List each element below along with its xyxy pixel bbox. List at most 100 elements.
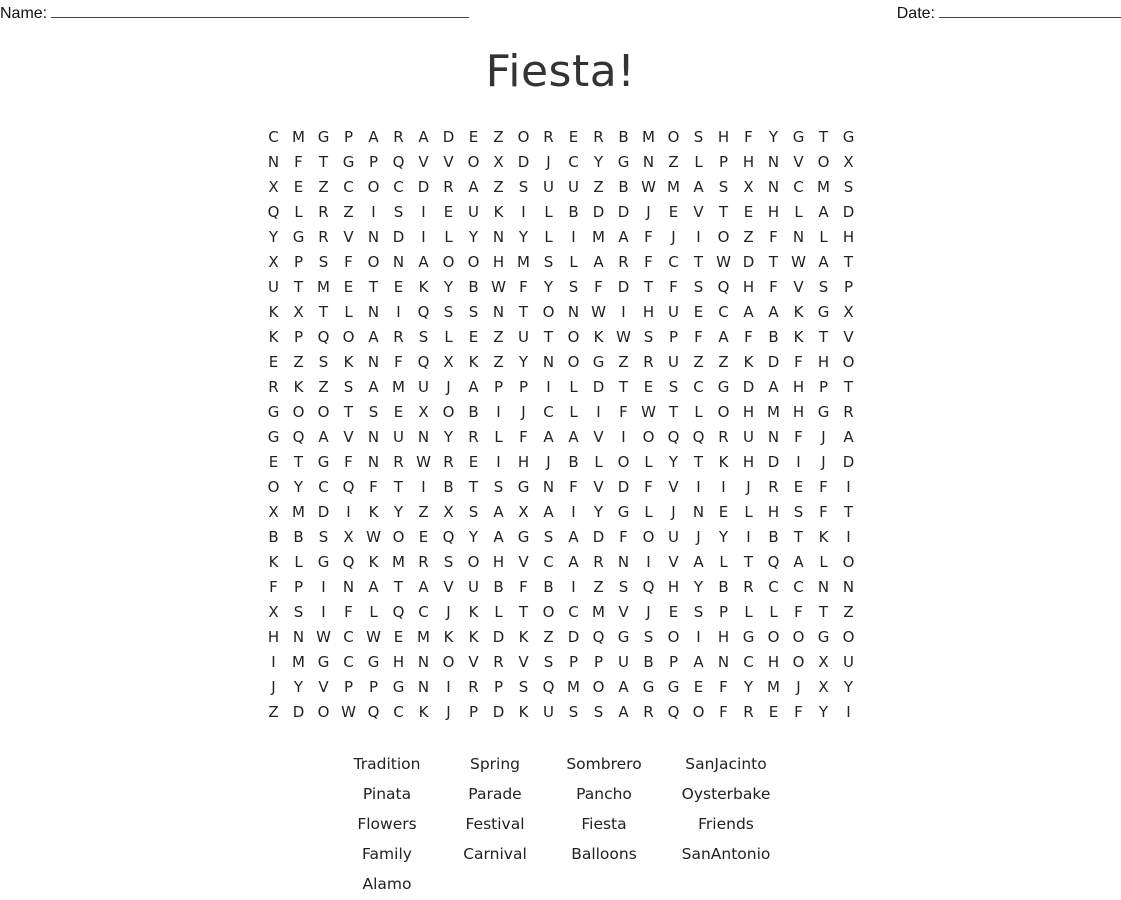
- grid-cell: Q: [367, 703, 380, 721]
- grid-cell: N: [492, 303, 505, 321]
- grid-cell: T: [293, 278, 304, 296]
- grid-cell: Z: [493, 178, 504, 196]
- grid-cell: Z: [493, 128, 504, 146]
- grid-cell: P: [518, 378, 529, 396]
- grid-cell: G: [517, 478, 530, 496]
- grid-cell: V: [593, 478, 604, 496]
- name-label: Name:: [0, 5, 48, 22]
- grid-cell: E: [693, 303, 704, 321]
- grid-cell: K: [368, 553, 379, 571]
- grid-cell: G: [292, 228, 305, 246]
- grid-cell: O: [717, 228, 730, 246]
- grid-cell: G: [267, 428, 280, 446]
- grid-cell: V: [793, 278, 804, 296]
- grid-cell: E: [693, 678, 704, 696]
- grid-cell: O: [317, 403, 330, 421]
- grid-cell: H: [742, 403, 755, 421]
- grid-cell: B: [443, 478, 454, 496]
- grid-cell: Y: [468, 228, 479, 246]
- grid-cell: O: [842, 628, 855, 646]
- grid-cell: I: [421, 478, 426, 496]
- grid-cell: D: [492, 703, 505, 721]
- grid-cell: S: [543, 253, 554, 271]
- grid-cell: A: [618, 703, 629, 721]
- grid-cell: T: [818, 603, 829, 621]
- grid-cell: S: [418, 328, 429, 346]
- grid-cell: P: [668, 328, 679, 346]
- grid-cell: E: [718, 503, 729, 521]
- grid-cell: V: [793, 153, 804, 171]
- grid-cell: D: [842, 203, 855, 221]
- grid-cell: T: [818, 328, 829, 346]
- grid-cell: S: [443, 303, 454, 321]
- grid-cell: R: [643, 353, 654, 371]
- grid-cell: W: [491, 278, 506, 296]
- grid-cell: A: [543, 428, 554, 446]
- grid-cell: J: [821, 428, 826, 446]
- grid-cell: L: [644, 453, 653, 471]
- grid-cell: O: [642, 528, 655, 546]
- word-list-item: Parade: [468, 785, 522, 803]
- grid-cell: S: [493, 478, 504, 496]
- grid-cell: G: [317, 653, 330, 671]
- grid-cell: E: [293, 178, 304, 196]
- grid-cell: M: [767, 403, 780, 421]
- grid-cell: T: [843, 378, 854, 396]
- grid-cell: O: [442, 653, 455, 671]
- grid-row: XMDIKYZXSAXAIYGLJNELHSFT: [261, 501, 861, 526]
- grid-cell: K: [468, 628, 479, 646]
- grid-cell: A: [568, 528, 579, 546]
- word-list-item: Festival: [465, 815, 525, 833]
- grid-cell: H: [267, 628, 280, 646]
- grid-cell: O: [392, 528, 405, 546]
- grid-cell: M: [417, 628, 430, 646]
- grid-cell: N: [767, 153, 780, 171]
- grid-cell: Y: [443, 428, 454, 446]
- grid-cell: S: [318, 353, 329, 371]
- grid-cell: N: [767, 428, 780, 446]
- grid-cell: D: [842, 453, 855, 471]
- grid-cell: D: [742, 378, 755, 396]
- grid-cell: Z: [668, 153, 679, 171]
- grid-cell: F: [619, 403, 628, 421]
- grid-cell: S: [693, 603, 704, 621]
- grid-cell: L: [594, 453, 603, 471]
- grid-cell: K: [268, 328, 279, 346]
- grid-cell: I: [621, 428, 626, 446]
- grid-cell: S: [318, 528, 329, 546]
- grid-cell: F: [794, 703, 803, 721]
- grid-cell: I: [696, 628, 701, 646]
- grid-cell: Q: [292, 428, 305, 446]
- grid-cell: O: [667, 628, 680, 646]
- grid-cell: Z: [418, 503, 429, 521]
- grid-cell: X: [843, 153, 854, 171]
- grid-cell: K: [468, 353, 479, 371]
- grid-cell: P: [568, 653, 579, 671]
- grid-cell: G: [367, 653, 380, 671]
- grid-cell: T: [393, 578, 404, 596]
- grid-cell: O: [442, 253, 455, 271]
- grid-cell: D: [442, 128, 455, 146]
- grid-cell: V: [693, 203, 704, 221]
- grid-cell: I: [546, 378, 551, 396]
- grid-cell: A: [368, 578, 379, 596]
- grid-cell: D: [617, 203, 630, 221]
- grid-cell: T: [843, 253, 854, 271]
- grid-cell: K: [518, 628, 529, 646]
- grid-cell: L: [794, 203, 803, 221]
- grid-cell: X: [268, 178, 279, 196]
- grid-cell: R: [393, 328, 404, 346]
- grid-cell: L: [569, 378, 578, 396]
- grid-cell: C: [718, 303, 729, 321]
- grid-cell: R: [418, 553, 429, 571]
- grid-cell: S: [793, 503, 804, 521]
- grid-cell: P: [718, 153, 729, 171]
- grid-cell: P: [493, 378, 504, 396]
- word-list-item: Spring: [469, 755, 521, 773]
- grid-cell: E: [393, 403, 404, 421]
- grid-cell: I: [571, 503, 576, 521]
- grid-cell: P: [343, 678, 354, 696]
- word-list-item: Tradition: [353, 755, 421, 773]
- grid-row: FPINATAVUBFBIZSQHYBRCCNN: [261, 576, 861, 601]
- grid-cell: D: [517, 153, 530, 171]
